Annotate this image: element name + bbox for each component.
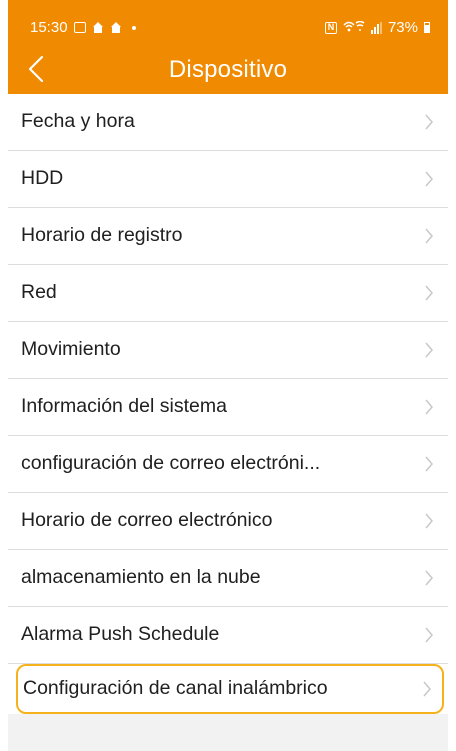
menu-item-fecha-y-hora[interactable]: Fecha y hora (8, 94, 448, 151)
signal-icon (370, 21, 382, 34)
menu-item-label: Movimiento (21, 338, 121, 361)
menu-item-label: Horario de registro (21, 224, 183, 247)
menu-item-label: Alarma Push Schedule (21, 623, 220, 646)
menu-item-label: Red (21, 281, 57, 304)
chevron-right-icon (425, 114, 433, 130)
menu-item-label: Horario de correo electrónico (21, 509, 273, 532)
chevron-right-icon (425, 513, 433, 529)
nfc-icon: N (324, 21, 337, 34)
menu-item-configuracion-de-correo[interactable]: configuración de correo electróni... (8, 436, 448, 493)
menu-item-red[interactable]: Red (8, 265, 448, 322)
chevron-right-icon (425, 285, 433, 301)
app-screen: 15:30 N 73% Dispositivo Fecha y hora HDD… (0, 0, 456, 751)
home-icon (110, 22, 122, 33)
wifi-icon (343, 20, 365, 35)
battery-percentage: 73% (387, 19, 418, 36)
settings-menu-list: Fecha y hora HDD Horario de registro Red… (8, 94, 448, 714)
chevron-right-icon (425, 228, 433, 244)
chevron-right-icon (425, 399, 433, 415)
dot-icon (131, 25, 136, 30)
status-time: 15:30 (30, 19, 68, 36)
menu-item-configuracion-de-canal-inalambrico[interactable]: Configuración de canal inalámbrico (16, 664, 444, 714)
chevron-right-icon (425, 171, 433, 187)
menu-item-informacion-del-sistema[interactable]: Información del sistema (8, 379, 448, 436)
menu-item-label: configuración de correo electróni... (21, 452, 321, 475)
status-right: N 73% (324, 19, 430, 36)
chevron-right-icon (423, 681, 431, 697)
menu-item-label: almacenamiento en la nube (21, 566, 261, 589)
menu-item-label: Fecha y hora (21, 110, 135, 133)
chevron-right-icon (425, 570, 433, 586)
battery-icon (424, 22, 430, 33)
navigation-bar: Dispositivo (8, 45, 448, 93)
chevron-right-icon (425, 627, 433, 643)
menu-item-hdd[interactable]: HDD (8, 151, 448, 208)
status-left: 15:30 (30, 19, 136, 36)
menu-item-label: HDD (21, 167, 64, 190)
menu-item-movimiento[interactable]: Movimiento (8, 322, 448, 379)
menu-item-horario-de-registro[interactable]: Horario de registro (8, 208, 448, 265)
home-signal-icon (92, 22, 104, 33)
chevron-right-icon (425, 342, 433, 358)
menu-item-almacenamiento-en-la-nube[interactable]: almacenamiento en la nube (8, 550, 448, 607)
menu-item-alarma-push-schedule[interactable]: Alarma Push Schedule (8, 607, 448, 664)
menu-item-label: Configuración de canal inalámbrico (23, 677, 328, 700)
app-header: 15:30 N 73% Dispositivo (8, 0, 448, 94)
status-bar: 15:30 N 73% (8, 0, 448, 40)
page-title: Dispositivo (168, 56, 288, 83)
chevron-right-icon (425, 456, 433, 472)
image-icon (73, 22, 86, 33)
menu-item-label: Información del sistema (21, 395, 227, 418)
menu-item-horario-de-correo[interactable]: Horario de correo electrónico (8, 493, 448, 550)
